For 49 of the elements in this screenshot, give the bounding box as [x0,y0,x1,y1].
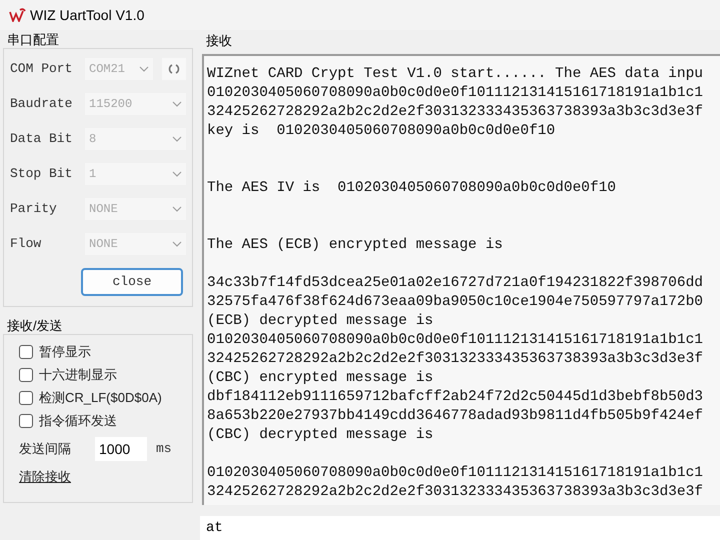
log-line: 0102030405060708090a0b0c0d0e0f101112131415161718191a1b1c1 [207,464,703,483]
chevron-down-icon [172,206,182,212]
checkbox[interactable] [19,414,33,428]
close-button[interactable]: close [81,268,183,296]
log-line: WIZnet CARD Crypt Test V1.0 start...... The AES data inpu [207,65,703,84]
checkbox[interactable] [19,344,33,358]
chevron-down-icon [172,241,182,247]
field-label: Stop Bit [10,165,74,184]
option-label: 十六进制显示 [39,366,117,384]
interval-label: 发送间隔 [19,440,72,458]
log-line: dbf184112eb9111659712bafcff2ab24f72d2c50445d1d3bebf8b50d3 [207,388,703,407]
send-field[interactable]: at [200,516,720,540]
log-line: The AES (ECB) encrypted message is [207,236,503,255]
log-line: (CBC) encrypted message is [207,369,434,388]
log-line: 32425262728292a2b2c2d2e2f303132333435363738393a3b3c3d3e3f [207,350,703,369]
log-line: 0102030405060708090a0b0c0d0e0f101112131415161718191a1b1c1 [207,331,703,350]
field-label: Baudrate [10,95,74,114]
field-label: COM Port [10,60,74,78]
checkbox[interactable] [19,390,33,404]
log-line: 8a653b220e27937bb4149cdd3646778adad93b9811d4fb505b9f424ef [207,407,703,426]
log-line: (ECB) decrypted message is [207,312,434,331]
window-title: WIZ UartTool V1.0 [30,6,144,24]
option-label: 暂停显示 [39,342,91,361]
group-title: 接收/发送 [7,318,64,334]
chevron-down-icon [172,101,182,107]
unit-label: ms [156,440,172,458]
field-label: Parity [10,200,58,218]
checkbox[interactable] [19,368,33,382]
clear-receive-link[interactable]: 清除接收 [19,467,71,486]
log-line: (CBC) decrypted message is [207,426,434,445]
log-line: The AES IV is 0102030405060708090a0b0c0d0e0f10 [207,179,616,198]
refresh-icon [168,63,180,75]
log-line: 32575fa476f38f624d673eaa09ba9050c10ce1904e750597797a172b0 [207,293,703,312]
interval-field[interactable]: 1000 [95,437,147,461]
chevron-down-icon [172,136,182,142]
chevron-down-icon [139,66,149,72]
group-title: 串口配置 [7,32,60,48]
log-line: 32425262728292a2b2c2d2e2f303132333435363738393a3b3c3d3e3f [207,103,703,122]
receive-title: 接收 [206,33,233,49]
log-line: 34c33b7f14fd53dcea25e01a02e16727d721a0f194231822f398706dd [207,274,703,293]
option-label: 检测CR_LF($0D$0A) [39,388,162,407]
log-line: 32425262728292a2b2c2d2e2f303132333435363738393a3b3c3d3e3f [207,483,703,502]
chevron-down-icon [172,171,182,177]
logo-icon [8,8,26,22]
log-line: 0102030405060708090a0b0c0d0e0f101112131415161718191a1b1c1 [207,84,703,103]
field-label: Flow [10,235,42,254]
option-label: 指令循环发送 [39,412,117,430]
log-line: key is 0102030405060708090a0b0c0d0e0f10 [207,122,556,141]
field-label: Data Bit [10,130,74,148]
